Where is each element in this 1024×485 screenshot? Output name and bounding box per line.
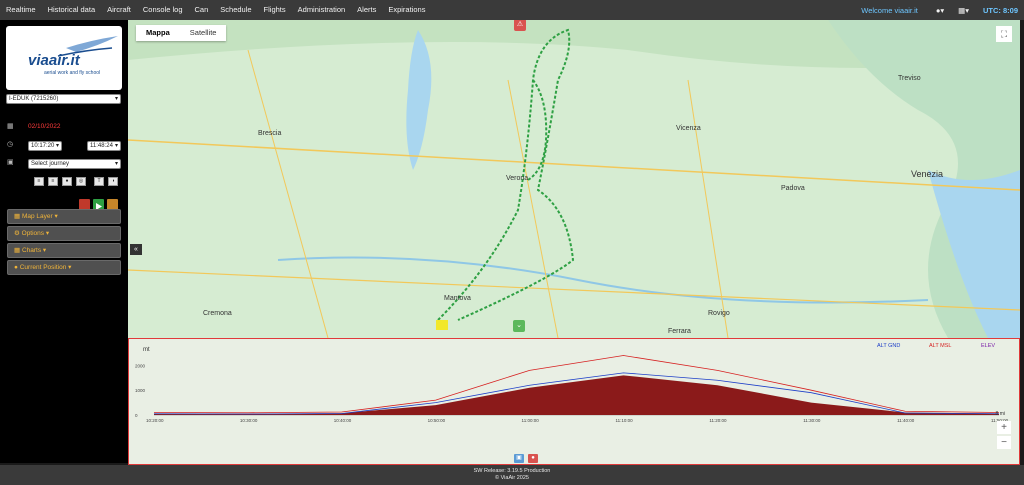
options-icon: ⚙	[14, 230, 22, 237]
journey-placeholder: Select journey	[31, 161, 70, 167]
zoom-out-icon[interactable]: −	[997, 436, 1011, 449]
chart-image-icon[interactable]: ▣	[514, 454, 524, 463]
logo-text: viaair.it	[28, 52, 80, 69]
x-tick-label: 10:40:00	[334, 418, 352, 423]
panel-options-label: Options	[21, 230, 45, 237]
nav-realtime[interactable]: Realtime	[0, 0, 42, 20]
time-from-value: 10:17:20	[31, 143, 55, 149]
chart-close-icon[interactable]: ●	[528, 454, 538, 463]
charts-icon: ▦	[14, 247, 22, 254]
fullscreen-icon[interactable]: ⛶	[996, 26, 1012, 42]
calendar-icon: ▦	[7, 123, 14, 130]
x-tick-label: 11:20:00	[709, 418, 727, 423]
chart-plot: 0 1000 2000 10:20:00 10:30:00 10:40:00 10:50:0…	[135, 355, 1009, 423]
list-icon[interactable]: ≡	[48, 177, 58, 186]
grid-icon[interactable]: ▦▾	[958, 6, 969, 15]
time-from-select[interactable]: 10:17:20 ▾	[28, 141, 62, 151]
city-label: Ferrara	[668, 328, 691, 335]
y-tick-label: 1000	[135, 388, 146, 393]
chevron-down-icon: ▾	[114, 96, 118, 102]
panel-charts-label: Charts	[21, 247, 42, 254]
sw-release: SW Release: 3.19.5 Production	[473, 468, 551, 474]
scale-unit: 8 mi	[995, 411, 1005, 417]
nav-expirations[interactable]: Expirations	[382, 0, 431, 20]
time-to-value: 11:48:24	[90, 143, 113, 149]
nav-schedule[interactable]: Schedule	[214, 0, 257, 20]
footer: SW Release: 3.19.5 Production © ViaAir 2…	[0, 465, 1024, 485]
aircraft-select[interactable]: I-EDUK (7215260) ▾	[6, 94, 121, 104]
city-label: Vicenza	[676, 125, 701, 132]
city-label: Padova	[781, 185, 805, 192]
briefcase-icon: ▣	[7, 159, 14, 166]
y-tick-label: 2000	[135, 363, 146, 368]
x-tick-label: 10:30:00	[240, 418, 258, 423]
altitude-chart: mt ALT GND ALT MSL ELEV 0 1000 2000 10:20:0…	[128, 338, 1020, 465]
sidebar: viaair.it aerial work and fly school I-E…	[0, 20, 128, 463]
zoom-in-icon[interactable]: +	[997, 421, 1011, 434]
clock-icon: ◷	[7, 141, 14, 148]
city-label: Venezia	[911, 169, 943, 179]
chevron-down-icon: ▾	[55, 143, 59, 149]
map-layer-icon: ▦	[14, 213, 22, 220]
nav-aircraft[interactable]: Aircraft	[101, 0, 137, 20]
y-tick-label: 0	[135, 413, 138, 418]
series-elev-area	[154, 375, 999, 415]
collapse-sidebar-icon[interactable]: «	[130, 244, 142, 255]
target-icon[interactable]: ◎	[76, 177, 86, 186]
chevron-down-icon[interactable]: ⌄	[513, 320, 525, 332]
nav-alerts[interactable]: Alerts	[351, 0, 382, 20]
x-tick-label: 11:00:00	[522, 418, 540, 423]
chevron-down-icon: ▾	[114, 143, 118, 149]
city-label: Rovigo	[708, 310, 730, 317]
welcome-text[interactable]: Welcome viaair.it	[861, 6, 918, 15]
panel-map-layer[interactable]: ▦ Map Layer ▾	[7, 209, 121, 224]
warning-marker-icon[interactable]: ⚠	[514, 20, 526, 31]
x-tick-label: 11:30:00	[803, 418, 821, 423]
x-tick-label: 10:50:00	[428, 418, 446, 423]
globe-icon[interactable]: ◑	[108, 177, 118, 186]
map-type-tabs: Mappa Satellite	[136, 25, 227, 41]
journey-select[interactable]: Select journey ▾	[28, 159, 121, 169]
tab-satellite[interactable]: Satellite	[180, 25, 227, 41]
city-label: Mantova	[444, 295, 471, 302]
time-to-select[interactable]: 11:48:24 ▾	[87, 141, 121, 151]
panel-current-position[interactable]: ● Current Position ▾	[7, 260, 121, 275]
panel-current-position-label: Current Position	[19, 264, 67, 271]
x-tick-label: 11:10:00	[615, 418, 633, 423]
x-tick-label: 10:20:00	[146, 418, 164, 423]
chevron-down-icon: ▾	[114, 161, 118, 167]
nav-can[interactable]: Can	[189, 0, 215, 20]
aircraft-value: I-EDUK (7215260)	[9, 96, 59, 102]
panel-map-layer-label: Map Layer	[21, 213, 53, 220]
top-navbar: Realtime Historical data Aircraft Consol…	[0, 0, 1024, 20]
nav-administration[interactable]: Administration	[292, 0, 352, 20]
nav-console-log[interactable]: Console log	[137, 0, 189, 20]
logo-subtitle: aerial work and fly school	[44, 70, 101, 76]
user-icon[interactable]: ●▾	[936, 6, 944, 15]
city-label: Brescia	[258, 130, 281, 137]
map-view[interactable]: Brescia Verona Vicenza Padova Venezia Cr…	[128, 20, 1020, 338]
map-canvas: Brescia Verona Vicenza Padova Venezia Cr…	[128, 20, 1020, 338]
text-icon[interactable]: T	[94, 177, 104, 186]
city-label: Treviso	[898, 75, 921, 82]
nav-flights[interactable]: Flights	[258, 0, 292, 20]
date-value[interactable]: 02/10/2022	[28, 123, 61, 130]
x-tick-label: 11:40:00	[897, 418, 915, 423]
list-icon[interactable]: ≡	[34, 177, 44, 186]
panel-options[interactable]: ⚙ Options ▾	[7, 226, 121, 241]
marker-icon[interactable]: ●	[62, 177, 72, 186]
copyright: © ViaAir 2025	[495, 475, 529, 481]
tab-mappa[interactable]: Mappa	[136, 25, 180, 41]
viaair-logo: viaair.it aerial work and fly school	[6, 26, 122, 90]
panel-charts[interactable]: ▦ Charts ▾	[7, 243, 121, 258]
nav-historical-data[interactable]: Historical data	[42, 0, 102, 20]
utc-clock: UTC: 8:09	[982, 5, 1018, 15]
city-label: Verona	[506, 175, 528, 182]
city-label: Cremona	[203, 310, 232, 317]
